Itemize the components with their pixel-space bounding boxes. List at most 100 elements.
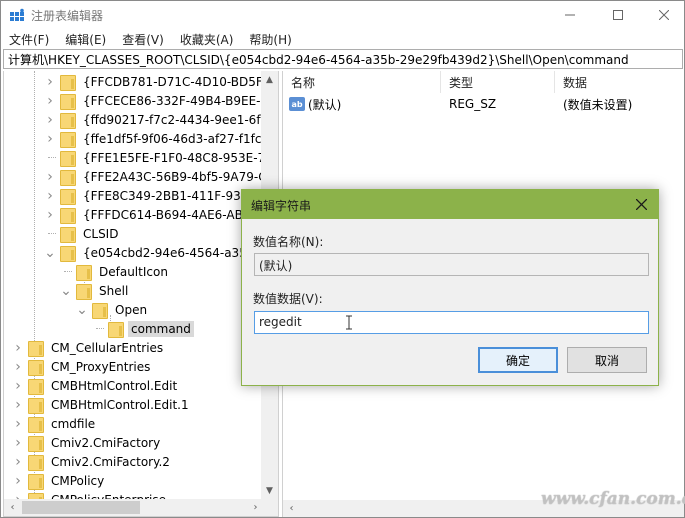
value-name: (默认) <box>308 97 342 112</box>
chevron-down-icon[interactable]: ⌄ <box>60 284 72 298</box>
chevron-right-icon[interactable]: › <box>44 93 56 109</box>
tree-node[interactable]: › CMBHtmlControl.Edit <box>12 376 180 395</box>
watermark: www.cfan.com.cn <box>541 489 685 509</box>
tree-node-label: {FFE8C349-2BB1-411F-93CE- <box>83 188 262 203</box>
tree-connector <box>60 266 72 278</box>
chevron-right-icon[interactable]: › <box>12 397 24 413</box>
scroll-thumb[interactable] <box>22 501 140 514</box>
folder-icon <box>28 454 44 471</box>
scroll-left-icon[interactable]: ‹ <box>4 499 21 516</box>
tree-connector <box>44 228 56 240</box>
tree-horizontal-scrollbar[interactable]: ‹ › <box>4 499 278 516</box>
chevron-right-icon[interactable]: › <box>12 473 24 489</box>
tree-node[interactable]: › {ffe1df5f-9f06-46d3-af27-f1fc10 <box>44 129 278 148</box>
folder-icon <box>60 74 76 91</box>
tree-node[interactable]: › CM_ProxyEntries <box>12 357 153 376</box>
minimize-button[interactable] <box>547 1 593 29</box>
chevron-right-icon[interactable]: › <box>44 169 56 185</box>
tree-node-label: CM_CellularEntries <box>51 340 164 355</box>
tree-node-label: CLSID <box>83 226 119 241</box>
folder-icon <box>28 473 44 490</box>
tree-node[interactable]: command <box>92 319 194 338</box>
chevron-right-icon[interactable]: › <box>44 131 56 147</box>
tree-node[interactable]: CLSID <box>44 224 121 243</box>
dialog-close-button[interactable] <box>624 190 658 219</box>
tree-node[interactable]: › {FFE8C349-2BB1-411F-93CE- <box>44 186 264 205</box>
value-row-name[interactable]: ab (默认) <box>289 95 341 113</box>
tree-node[interactable]: ⌄ {e054cbd2-94e6-4564-a35b- <box>44 243 262 262</box>
tree-node[interactable]: › CMBHtmlControl.Edit.1 <box>12 395 192 414</box>
key-tree: › {FFCDB781-D71C-4D10-BD5F-04 › {FFCECE86-3… <box>3 71 279 517</box>
folder-icon <box>28 378 44 395</box>
tree-connector <box>92 323 104 335</box>
chevron-right-icon[interactable]: › <box>44 74 56 90</box>
window-title: 注册表编辑器 <box>31 9 104 23</box>
column-header-name[interactable]: 名称 <box>283 71 441 93</box>
tree-node[interactable]: › cmdfile <box>12 414 98 433</box>
tree-node[interactable]: › CM_CellularEntries <box>12 338 166 357</box>
scroll-up-icon[interactable]: ▲ <box>261 71 278 88</box>
folder-icon <box>28 340 44 357</box>
menu-bar: 文件(F) 编辑(E) 查看(V) 收藏夹(A) 帮助(H) <box>1 29 684 49</box>
chevron-down-icon[interactable]: ⌄ <box>44 246 56 260</box>
chevron-right-icon[interactable]: › <box>44 188 56 204</box>
ok-button[interactable]: 确定 <box>478 347 558 373</box>
dialog-title: 编辑字符串 <box>251 199 312 213</box>
chevron-right-icon[interactable]: › <box>12 359 24 375</box>
maximize-button[interactable] <box>595 1 641 29</box>
tree-connector <box>44 152 56 164</box>
close-button[interactable] <box>641 1 685 29</box>
tree-node[interactable]: ⌄ Shell <box>60 281 131 300</box>
tree-node-label: Cmiv2.CmiFactory.2 <box>51 454 170 469</box>
tree-node[interactable]: › Cmiv2.CmiFactory.2 <box>12 452 173 471</box>
minimize-icon <box>565 14 575 16</box>
folder-icon <box>76 283 92 300</box>
address-bar[interactable]: 计算机\HKEY_CLASSES_ROOT\CLSID\{e054cbd2-94… <box>3 49 683 69</box>
tree-node-label: Shell <box>99 283 129 298</box>
close-icon <box>659 10 669 20</box>
tree-node[interactable]: › {ffd90217-f7c2-4434-9ee1-6f1b5 <box>44 110 278 129</box>
maximize-icon <box>613 10 623 20</box>
tree-node-label: {FFCDB781-D71C-4D10-BD5F-04 <box>83 74 279 89</box>
dialog-title-bar: 编辑字符串 <box>242 190 658 219</box>
chevron-right-icon[interactable]: › <box>44 112 56 128</box>
scroll-left-icon[interactable]: ‹ <box>283 500 300 517</box>
tree-node[interactable]: ⌄ Open <box>76 300 150 319</box>
scroll-down-icon[interactable]: ▼ <box>261 482 278 499</box>
menu-help[interactable]: 帮助(H) <box>241 29 299 49</box>
chevron-down-icon[interactable]: ⌄ <box>76 303 88 317</box>
value-data-input[interactable]: regedit <box>254 311 649 334</box>
tree-node-label: {FFE1E5FE-F1F0-48C8-953E-72BA <box>83 150 279 165</box>
tree-node[interactable]: {FFE1E5FE-F1F0-48C8-953E-72BA <box>44 148 279 167</box>
value-type: REG_SZ <box>449 97 497 111</box>
tree-node[interactable]: › {FFFDC614-B694-4AE6-AB38- <box>44 205 265 224</box>
tree-node[interactable]: › CMPolicy <box>12 471 107 490</box>
column-header-type[interactable]: 类型 <box>441 71 555 93</box>
chevron-right-icon[interactable]: › <box>44 207 56 223</box>
chevron-right-icon[interactable]: › <box>12 435 24 451</box>
folder-icon <box>92 302 108 319</box>
scroll-right-icon[interactable]: › <box>247 499 264 516</box>
menu-edit[interactable]: 编辑(E) <box>57 29 114 49</box>
tree-node[interactable]: › {FFCDB781-D71C-4D10-BD5F-04 <box>44 72 279 91</box>
chevron-right-icon[interactable]: › <box>12 340 24 356</box>
menu-file[interactable]: 文件(F) <box>1 29 57 49</box>
tree-node[interactable]: DefaultIcon <box>60 262 171 281</box>
folder-icon <box>60 188 76 205</box>
chevron-right-icon[interactable]: › <box>12 416 24 432</box>
tree-node-label: command <box>128 320 194 337</box>
chevron-right-icon[interactable]: › <box>12 454 24 470</box>
folder-icon <box>60 207 76 224</box>
chevron-right-icon[interactable]: › <box>12 378 24 394</box>
column-header-data[interactable]: 数据 <box>555 71 684 93</box>
cancel-button[interactable]: 取消 <box>567 347 647 373</box>
tree-node[interactable]: › Cmiv2.CmiFactory <box>12 433 163 452</box>
tree-node[interactable]: › {FFCECE86-332F-49B4-B9EE-7FE <box>44 91 278 110</box>
tree-node-label: Cmiv2.CmiFactory <box>51 435 161 450</box>
menu-view[interactable]: 查看(V) <box>114 29 172 49</box>
tree-node[interactable]: › {FFE2A43C-56B9-4bf5-9A79-CC6 <box>44 167 278 186</box>
edit-string-dialog: 编辑字符串 数值名称(N): (默认) 数值数据(V): regedit 确定 … <box>241 189 659 386</box>
folder-icon <box>28 435 44 452</box>
menu-favorites[interactable]: 收藏夹(A) <box>172 29 242 49</box>
title-bar: 注册表编辑器 <box>1 1 684 29</box>
